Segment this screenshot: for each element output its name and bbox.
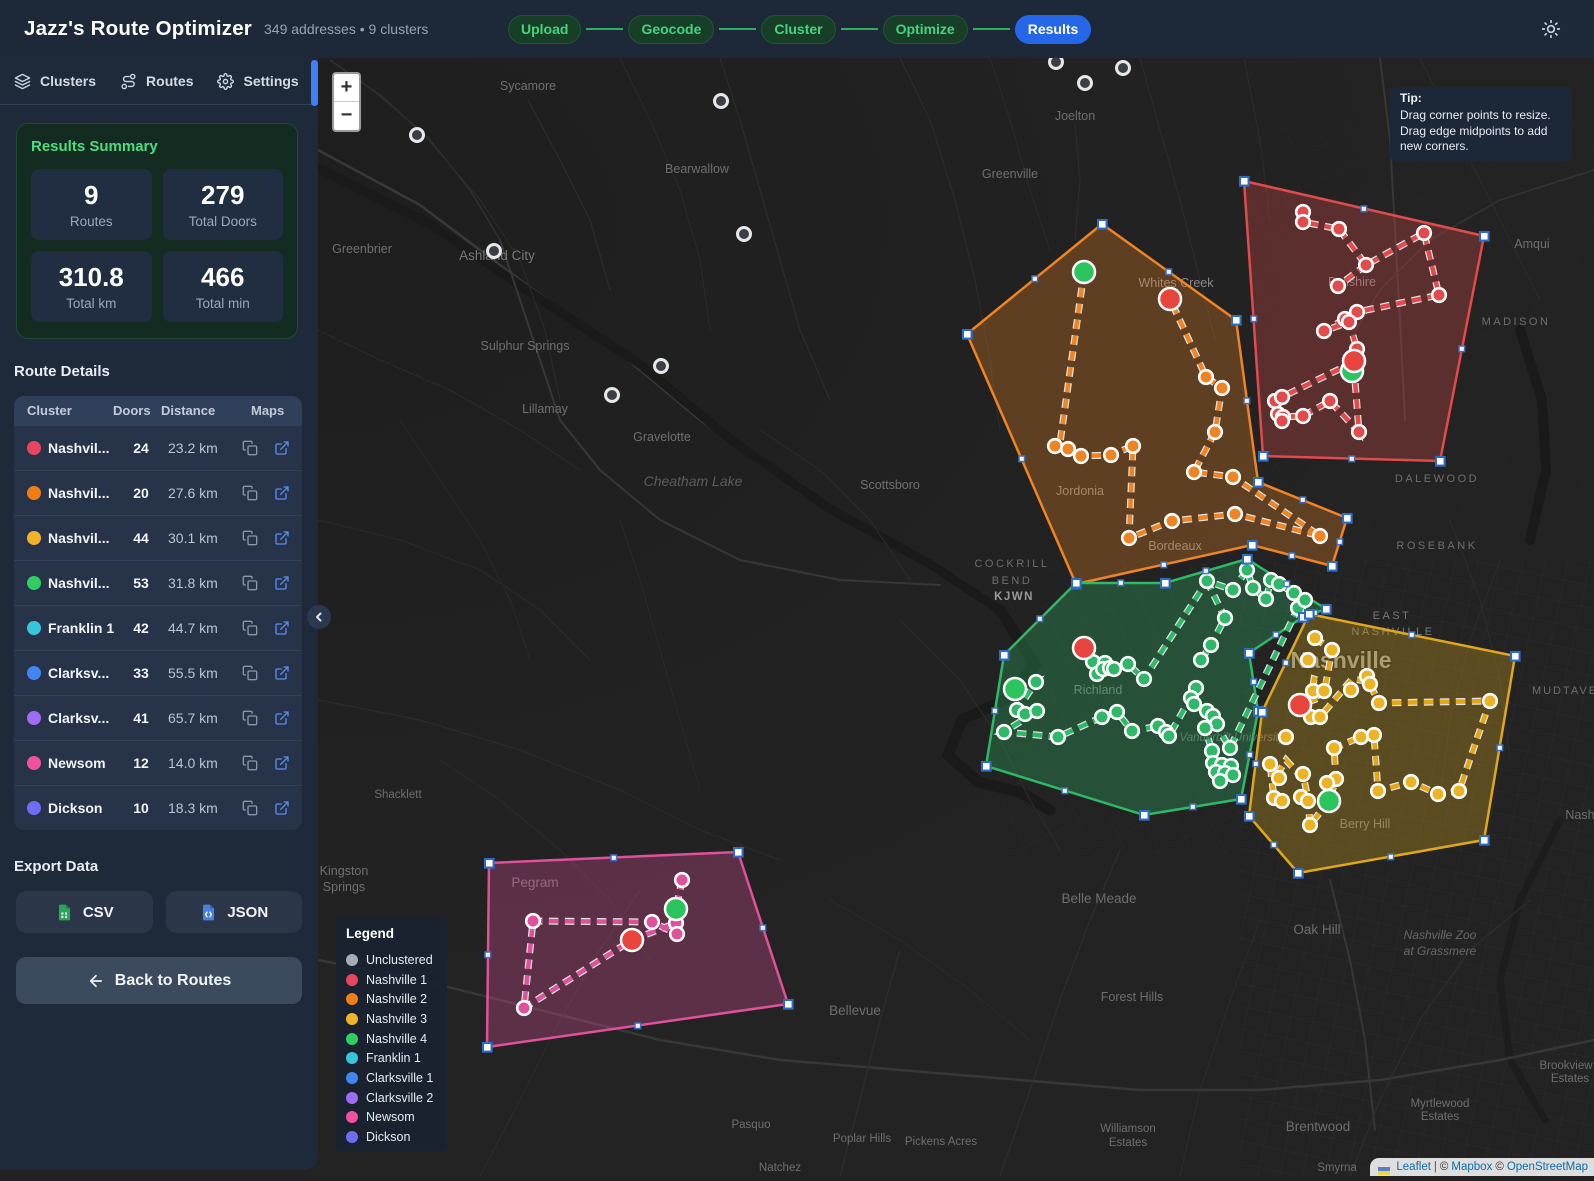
svg-text:Cheatham Lake: Cheatham Lake [644, 473, 743, 489]
svg-text:Bellevue: Bellevue [829, 1003, 881, 1018]
svg-text:Lillamay: Lillamay [522, 402, 569, 416]
svg-text:Natchez: Natchez [759, 1162, 801, 1174]
svg-text:MUDTAVER: MUDTAVER [1532, 685, 1594, 697]
svg-text:Springs: Springs [323, 880, 365, 894]
svg-text:Pickens Acres: Pickens Acres [905, 1136, 977, 1148]
svg-text:Williamson: Williamson [1100, 1123, 1156, 1135]
svg-text:Estates: Estates [1551, 1073, 1590, 1085]
svg-text:Forest Hills: Forest Hills [1101, 990, 1164, 1004]
svg-text:Smyrna: Smyrna [1317, 1162, 1357, 1174]
svg-text:Sulphur Springs: Sulphur Springs [481, 339, 570, 353]
svg-text:Joelton: Joelton [1055, 109, 1095, 123]
svg-text:Nashville Zoo: Nashville Zoo [1404, 928, 1477, 942]
svg-text:KJWN: KJWN [994, 591, 1034, 603]
svg-text:Belle Meade: Belle Meade [1061, 891, 1136, 906]
svg-text:Kingston: Kingston [320, 864, 369, 878]
svg-text:Gravelotte: Gravelotte [633, 430, 691, 444]
svg-text:Poplar Hills: Poplar Hills [833, 1133, 891, 1145]
svg-text:Pasquo: Pasquo [731, 1119, 770, 1131]
svg-text:COCKRILL: COCKRILL [974, 558, 1049, 570]
svg-text:Amqui: Amqui [1514, 237, 1549, 251]
svg-text:Shacklett: Shacklett [374, 789, 422, 801]
svg-text:EAST: EAST [1373, 610, 1412, 622]
svg-text:DALEWOOD: DALEWOOD [1395, 473, 1479, 485]
svg-text:Brookview: Brookview [1539, 1060, 1593, 1072]
svg-text:Greenbrier: Greenbrier [332, 242, 392, 256]
svg-text:Scottsboro: Scottsboro [860, 478, 920, 492]
svg-text:Estates: Estates [1109, 1137, 1148, 1149]
svg-text:Bearwallow: Bearwallow [665, 162, 730, 176]
svg-text:Estates: Estates [1421, 1111, 1460, 1123]
svg-text:Myrtlewood: Myrtlewood [1411, 1098, 1470, 1110]
svg-text:MADISON: MADISON [1482, 316, 1551, 328]
svg-text:Sycamore: Sycamore [500, 79, 556, 93]
svg-text:at Grassmere: at Grassmere [1404, 944, 1477, 958]
svg-text:ROSEBANK: ROSEBANK [1396, 540, 1477, 552]
svg-text:Greenville: Greenville [982, 167, 1038, 181]
svg-text:Nash: Nash [1565, 808, 1594, 822]
svg-text:Oak Hill: Oak Hill [1293, 922, 1340, 937]
svg-text:Brentwood: Brentwood [1286, 1119, 1351, 1134]
svg-text:BEND: BEND [992, 575, 1033, 587]
